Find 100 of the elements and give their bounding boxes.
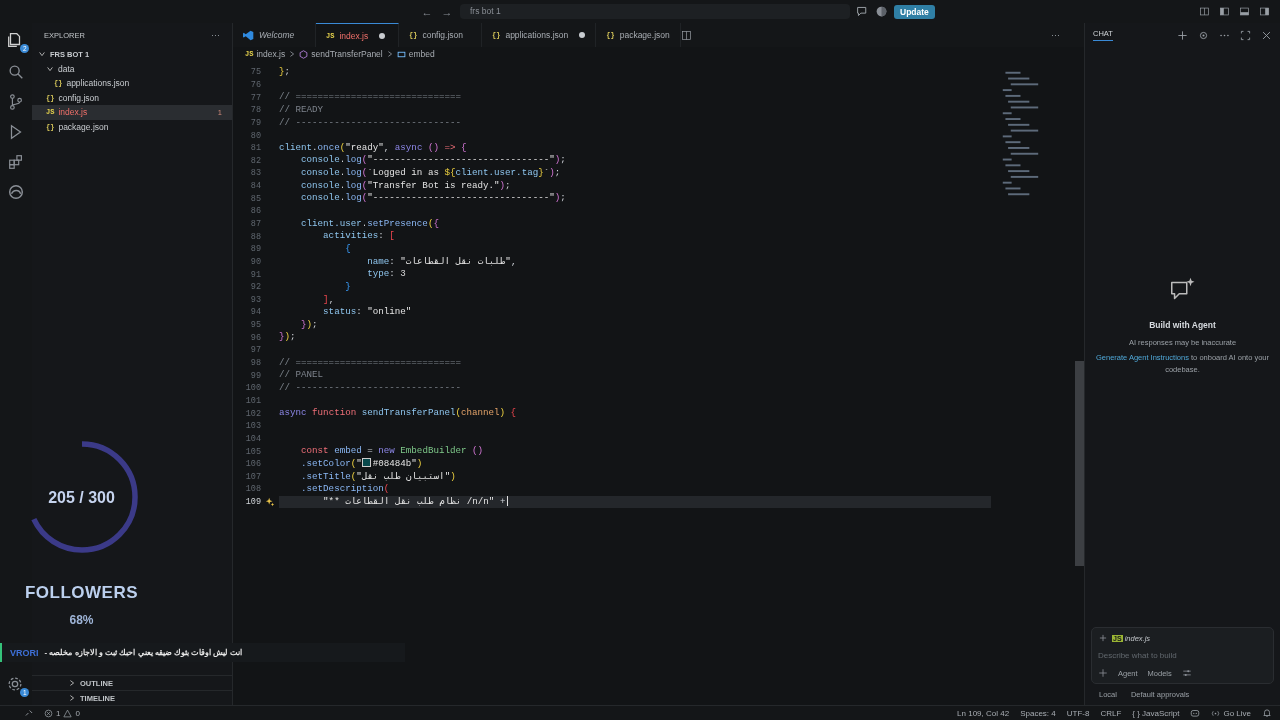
line-number: 99 xyxy=(249,370,261,381)
sidebar-toggle-icon[interactable] xyxy=(1219,6,1230,17)
line-number: 109 xyxy=(244,497,261,508)
code-line: console.log(`Logged in as ${client.user.tag}`); xyxy=(300,167,561,180)
code-line: }; xyxy=(279,66,291,79)
code-line: status: "online" xyxy=(322,306,412,319)
line-number: 79 xyxy=(249,117,261,128)
search-icon[interactable] xyxy=(7,63,25,81)
code-line: console.log("--------------------------------"); xyxy=(300,192,566,206)
code-line: client.user.setPresence({ xyxy=(300,217,439,231)
code-line: // ============================== xyxy=(279,356,461,370)
status-item[interactable]: UTF-8 xyxy=(1066,708,1090,718)
back-button[interactable]: ← xyxy=(420,5,434,18)
panel-toggle-icon[interactable] xyxy=(1239,6,1250,17)
bell-icon[interactable] xyxy=(1262,708,1272,718)
line-number: 80 xyxy=(249,130,261,141)
update-button[interactable]: Update xyxy=(894,4,935,19)
code-line: }); xyxy=(279,331,296,345)
code-line: .setColor(" #08484b") xyxy=(300,457,423,471)
breadcrumb-item[interactable]: embed xyxy=(396,49,435,59)
chat-icon[interactable] xyxy=(856,5,869,18)
line-number: 75 xyxy=(249,67,261,78)
copilot-icon[interactable] xyxy=(1190,708,1201,718)
settings-icon[interactable] xyxy=(1198,29,1209,41)
line-number: 92 xyxy=(249,282,261,293)
percent-label: 68% xyxy=(69,613,94,627)
variable-icon xyxy=(396,49,406,59)
problems-indicator[interactable]: 1 0 xyxy=(44,708,80,718)
extensions-icon[interactable] xyxy=(7,153,25,171)
line-number: 83 xyxy=(249,168,261,179)
tree-item[interactable]: data xyxy=(32,61,232,76)
status-item[interactable]: Ln 109, Col 42 xyxy=(957,708,1010,718)
line-number: 90 xyxy=(249,256,261,267)
followers-label: FOLLOWERS xyxy=(24,583,139,603)
code-line: // ============================== xyxy=(279,91,461,104)
line-number: 78 xyxy=(249,105,261,116)
code-line: // PANEL xyxy=(279,369,324,383)
code-line: }); xyxy=(300,318,318,332)
more-button[interactable]: ··· xyxy=(1051,30,1060,40)
close-icon[interactable] xyxy=(1261,29,1272,41)
code-line: ], xyxy=(322,293,335,307)
logo-icon xyxy=(243,29,254,41)
line-number: 84 xyxy=(249,181,261,192)
status-item[interactable]: CRLF xyxy=(1100,708,1122,718)
breadcrumb-item[interactable]: sendTransferPanel xyxy=(299,49,383,59)
split-editor-icon[interactable] xyxy=(680,29,692,41)
line-number: 95 xyxy=(249,320,261,331)
line-number: 104 xyxy=(244,433,261,444)
language-mode[interactable]: { } JavaScript xyxy=(1132,708,1180,718)
sliders-icon[interactable] xyxy=(1181,668,1192,678)
go-live-button[interactable]: Go Live xyxy=(1211,708,1251,718)
chevron-icon xyxy=(288,50,297,58)
line-number: 89 xyxy=(249,244,261,255)
source-control-icon[interactable] xyxy=(7,93,25,111)
browser-icon[interactable] xyxy=(7,183,25,201)
line-number: 77 xyxy=(249,92,261,103)
line-number: 96 xyxy=(249,332,261,343)
line-number: 94 xyxy=(249,307,261,318)
more-button[interactable]: ··· xyxy=(211,30,220,40)
chevron-icon[interactable] xyxy=(46,64,54,73)
forward-button[interactable]: → xyxy=(440,5,454,18)
add-icon[interactable] xyxy=(1098,633,1108,643)
line-number: 105 xyxy=(244,446,261,457)
maximize-icon[interactable] xyxy=(1240,29,1251,41)
line-number: 108 xyxy=(244,484,261,495)
line-number: 103 xyxy=(244,421,261,432)
secondary-sidebar-icon[interactable] xyxy=(1259,6,1270,17)
line-number: 102 xyxy=(244,408,261,419)
code-line: // READY xyxy=(279,103,324,117)
code-line: activities: [ xyxy=(322,230,395,243)
add-icon[interactable] xyxy=(1098,668,1108,678)
code-line: const embed = new EmbedBuilder () xyxy=(300,445,484,458)
line-number: 76 xyxy=(249,79,261,90)
account-icon[interactable] xyxy=(875,5,888,18)
code-line: // ------------------------------ xyxy=(279,116,461,130)
sparkle-icon[interactable] xyxy=(265,497,275,508)
code-line: .setDescription( xyxy=(300,483,390,496)
remote-icon[interactable] xyxy=(24,708,34,718)
code-line: } xyxy=(344,280,351,294)
line-number: 81 xyxy=(249,143,261,154)
layout-icon[interactable] xyxy=(1199,6,1210,17)
code-line: client.once("ready", async () => { xyxy=(279,141,467,155)
code-line: async function sendTransferPanel(channel) { xyxy=(279,407,517,420)
line-number: 106 xyxy=(244,459,261,470)
line-number: 100 xyxy=(244,383,261,394)
line-number: 85 xyxy=(249,193,261,204)
code-line: console.log("Transfer Bot is ready."); xyxy=(300,179,511,193)
search-field[interactable]: frs bot 1 xyxy=(460,4,850,19)
line-number: 82 xyxy=(249,155,261,166)
settings-icon[interactable] xyxy=(6,675,24,693)
line-number: 97 xyxy=(249,345,261,356)
status-item[interactable]: Spaces: 4 xyxy=(1020,708,1056,718)
code-line: type: 3 xyxy=(366,268,406,281)
code-line: // ------------------------------ xyxy=(279,382,461,395)
scrollbar-thumb[interactable] xyxy=(1075,361,1084,566)
chevron-icon[interactable] xyxy=(38,50,46,59)
add-icon[interactable] xyxy=(1177,29,1188,41)
line-number: 93 xyxy=(249,294,261,305)
line-number: 98 xyxy=(249,358,261,369)
code-line: { xyxy=(344,242,351,256)
